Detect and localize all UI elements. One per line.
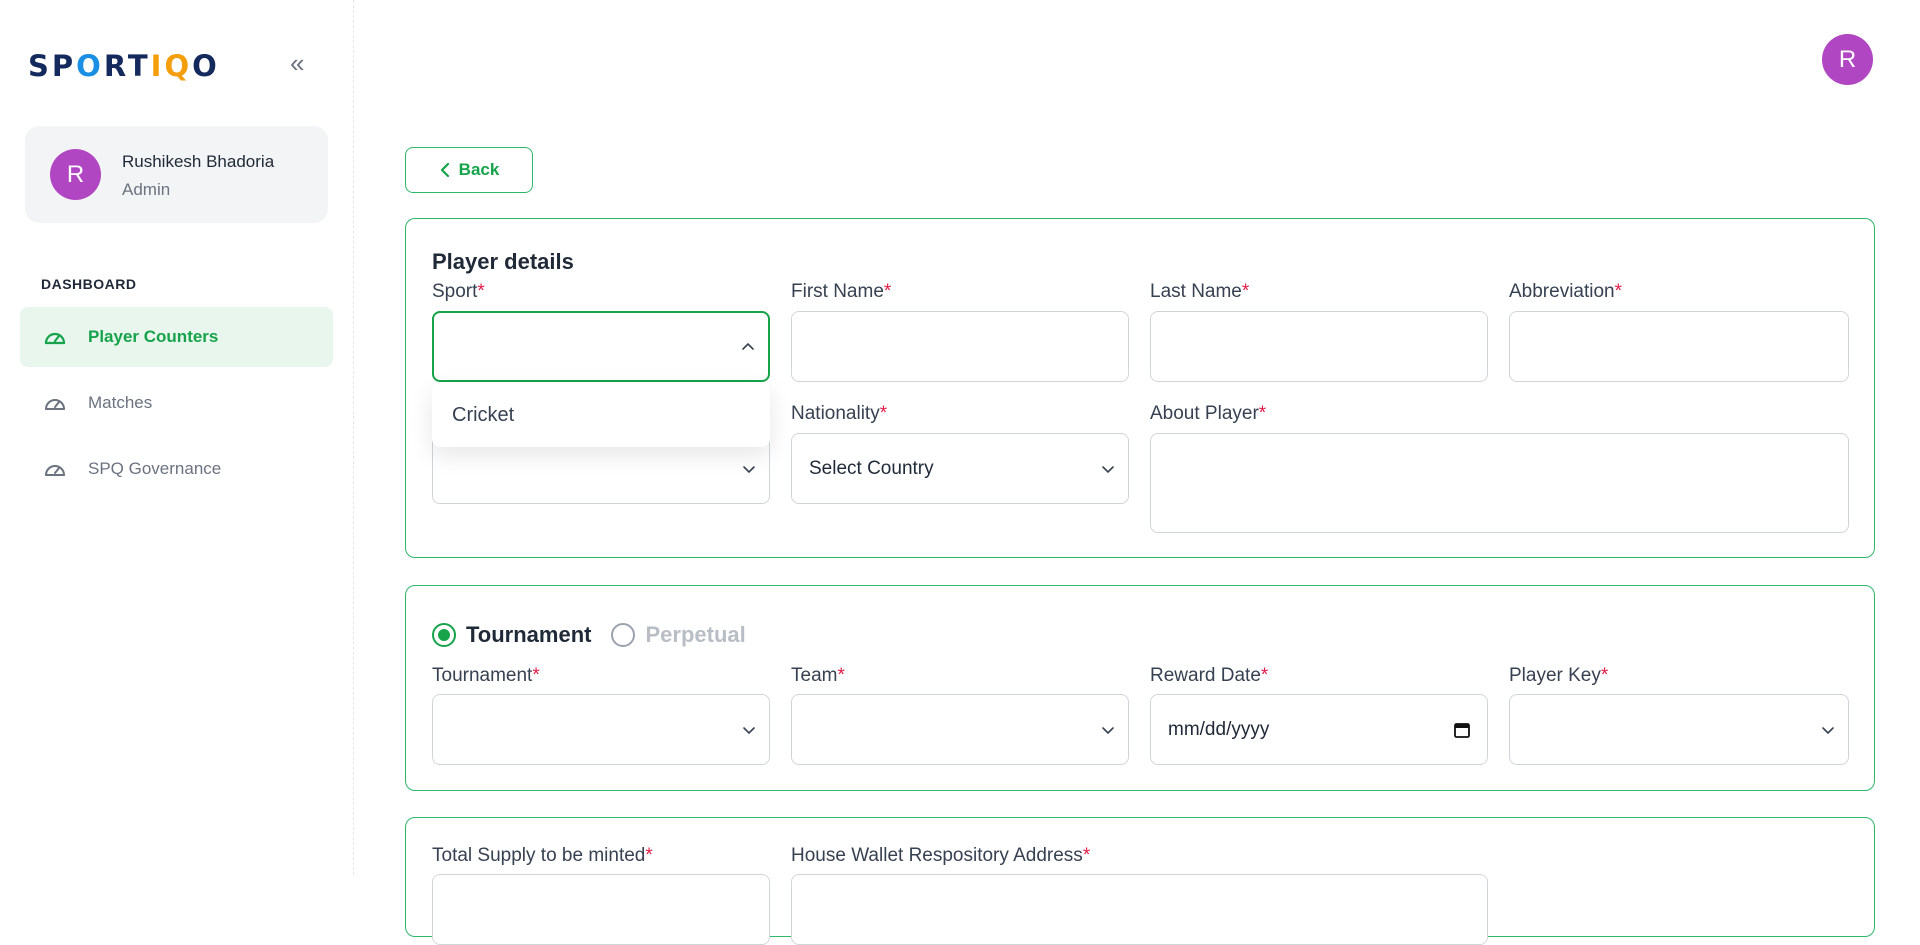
sidebar: SPORTIQO « R Rushikesh Bhadoria Admin DA… — [0, 0, 354, 875]
tournament-radio-label[interactable]: Tournament — [466, 622, 591, 648]
sport-label: Sport* — [432, 281, 485, 302]
perpetual-radio-label[interactable]: Perpetual — [645, 622, 745, 648]
avatar: R — [50, 149, 101, 200]
calendar-icon[interactable] — [1453, 721, 1471, 739]
sidebar-item-player-counters[interactable]: Player Counters — [20, 307, 333, 367]
chevron-down-icon — [1102, 726, 1114, 734]
back-button[interactable]: Back — [405, 147, 533, 193]
tournament-label: Tournament* — [432, 665, 540, 686]
sport-select[interactable] — [432, 311, 770, 382]
perpetual-radio[interactable] — [611, 623, 636, 647]
chevron-up-icon — [742, 342, 754, 350]
sportiqo-logo[interactable]: SPORTIQO — [28, 49, 220, 83]
house-wallet-label: House Wallet Respository Address* — [791, 845, 1091, 866]
nationality-label: Nationality* — [791, 403, 888, 424]
speedometer-icon — [45, 465, 65, 476]
chevron-down-icon — [1102, 465, 1114, 473]
player-key-select[interactable] — [1509, 694, 1849, 765]
last-name-field[interactable] — [1150, 311, 1488, 382]
sidebar-item-label: Matches — [88, 393, 153, 412]
sidebar-item-spq-governance[interactable]: SPQ Governance — [20, 439, 333, 499]
abbreviation-field[interactable] — [1509, 311, 1849, 382]
mode-radio-group: Tournament Perpetual — [432, 622, 746, 648]
nav-section-label: DASHBOARD — [41, 276, 137, 292]
sidebar-item-label: Player Counters — [88, 327, 219, 346]
last-name-label: Last Name* — [1150, 281, 1250, 302]
chevron-left-icon — [440, 163, 449, 177]
first-name-field[interactable] — [791, 311, 1129, 382]
speedometer-icon — [44, 332, 66, 345]
team-select[interactable] — [791, 694, 1129, 765]
tournament-radio[interactable] — [432, 623, 456, 647]
speedometer-icon — [45, 399, 65, 410]
tournament-select[interactable] — [432, 694, 770, 765]
about-player-label: About Player* — [1150, 403, 1267, 424]
first-name-label: First Name* — [791, 281, 892, 302]
sidebar-item-label: SPQ Governance — [88, 459, 222, 478]
total-supply-field[interactable] — [432, 874, 770, 945]
sport-option-cricket[interactable]: Cricket — [432, 383, 770, 447]
sidebar-item-matches[interactable]: Matches — [20, 373, 333, 433]
player-details-card: Player details Sport* First Name* Last N… — [405, 218, 1875, 558]
card-title: Player details — [432, 249, 574, 274]
player-key-label: Player Key* — [1509, 665, 1609, 686]
chevron-down-icon — [743, 465, 755, 473]
user-role: Admin — [122, 180, 171, 199]
nationality-value: Select Country — [809, 457, 934, 479]
about-player-textarea[interactable] — [1150, 433, 1849, 533]
house-wallet-field[interactable] — [791, 874, 1488, 945]
user-name: Rushikesh Bhadoria — [122, 152, 275, 171]
reward-date-input[interactable]: mm/dd/yyyy — [1150, 694, 1488, 765]
header-avatar[interactable]: R — [1822, 34, 1873, 85]
supply-card: Total Supply to be minted* House Wallet … — [405, 817, 1875, 945]
chevron-down-icon — [1822, 726, 1834, 734]
team-label: Team* — [791, 665, 845, 686]
total-supply-label: Total Supply to be minted* — [432, 845, 653, 866]
reward-details-card: Tournament Perpetual Tournament* Team* R… — [405, 585, 1875, 791]
reward-date-placeholder: mm/dd/yyyy — [1168, 718, 1270, 740]
reward-date-label: Reward Date* — [1150, 665, 1269, 686]
collapse-sidebar-icon[interactable]: « — [290, 50, 304, 76]
nationality-select[interactable]: Select Country — [791, 433, 1129, 504]
abbreviation-label: Abbreviation* — [1509, 281, 1623, 302]
back-label: Back — [458, 160, 500, 179]
user-profile-card: R Rushikesh Bhadoria Admin — [25, 126, 328, 223]
chevron-down-icon — [743, 726, 755, 734]
